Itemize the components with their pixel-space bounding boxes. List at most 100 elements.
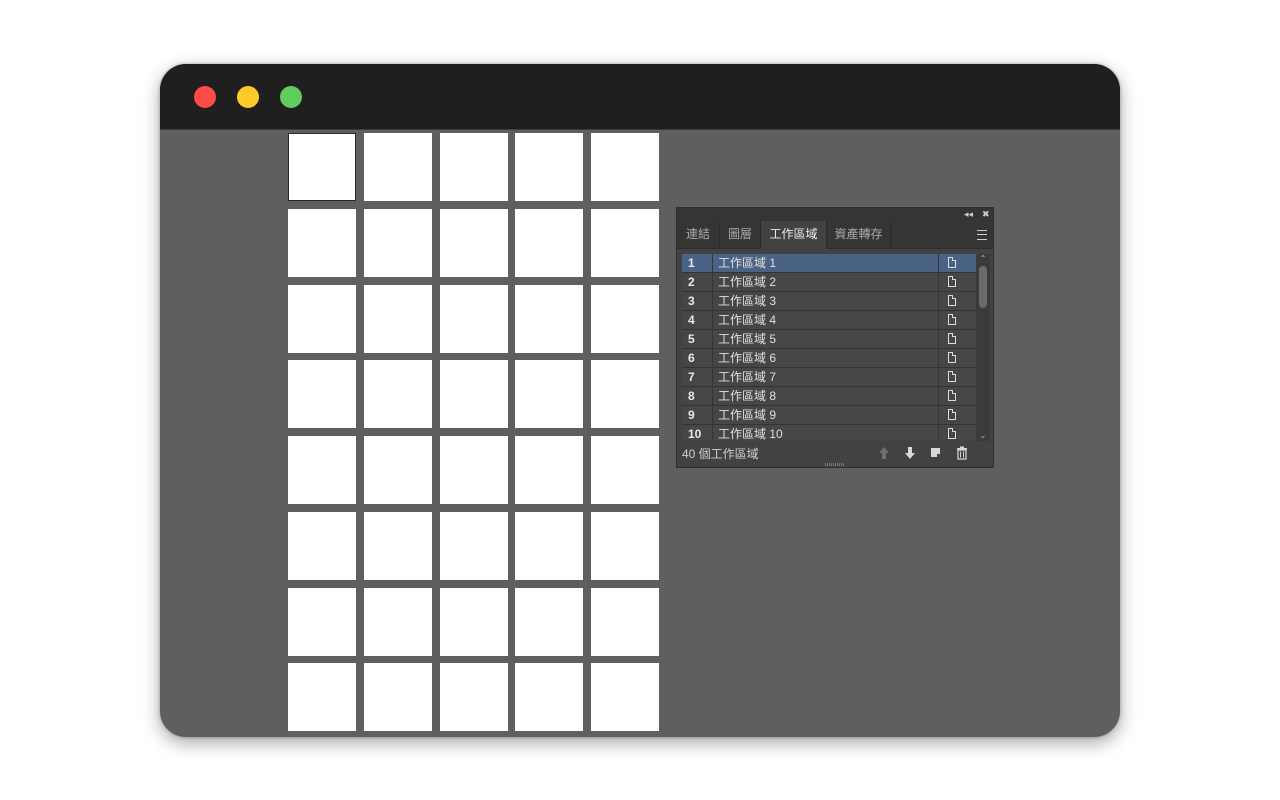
scroll-up-icon[interactable]: ⌃ (976, 254, 990, 264)
artboard[interactable] (288, 436, 356, 504)
artboard[interactable] (288, 663, 356, 732)
move-up-icon[interactable] (877, 446, 891, 460)
artboard[interactable] (288, 360, 356, 429)
artboard-number: 3 (682, 292, 713, 310)
artboard-list-row[interactable]: 4 工作區域 4 (682, 311, 976, 330)
artboard[interactable] (591, 208, 659, 277)
artboard[interactable] (288, 511, 356, 580)
artboard[interactable] (515, 663, 584, 732)
artboard-list: 1 工作區域 1 2 工作區域 2 3 工作區域 3 4 工作區域 4 5 工作區域 5 6 工作區域… (682, 254, 976, 441)
artboard[interactable] (363, 133, 432, 201)
artboard-name[interactable]: 工作區域 8 (718, 387, 776, 405)
artboard[interactable] (363, 284, 432, 353)
artboard-list-row[interactable]: 9 工作區域 9 (682, 406, 976, 425)
artboard[interactable] (515, 133, 584, 201)
artboard-name[interactable]: 工作區域 10 (718, 425, 783, 441)
trash-icon[interactable] (955, 446, 969, 460)
tab-asset-export[interactable]: 資產轉存 (827, 221, 891, 248)
artboard-list-row[interactable]: 10 工作區域 10 (682, 425, 976, 441)
artboard-grid (288, 133, 659, 732)
document-icon (948, 428, 956, 439)
artboard-options-icon[interactable] (938, 292, 976, 310)
artboard[interactable] (363, 436, 432, 504)
artboard[interactable] (439, 663, 508, 732)
scroll-down-icon[interactable]: ⌄ (976, 431, 990, 441)
move-down-icon[interactable] (903, 446, 917, 460)
artboard-name[interactable]: 工作區域 9 (718, 406, 776, 424)
artboard-list-row[interactable]: 6 工作區域 6 (682, 349, 976, 368)
artboard[interactable] (591, 133, 659, 201)
artboard[interactable] (515, 511, 584, 580)
new-artboard-icon[interactable] (929, 446, 943, 460)
artboard-number: 9 (682, 406, 713, 424)
artboard-name[interactable]: 工作區域 4 (718, 311, 776, 329)
artboard[interactable] (288, 284, 356, 353)
artboard[interactable] (439, 587, 508, 656)
artboard-list-row[interactable]: 5 工作區域 5 (682, 330, 976, 349)
panel-resize-grip[interactable] (825, 463, 845, 466)
artboard[interactable] (439, 284, 508, 353)
artboard-options-icon[interactable] (938, 349, 976, 367)
scroll-thumb[interactable] (979, 266, 987, 308)
artboard[interactable] (363, 511, 432, 580)
artboard-options-icon[interactable] (938, 273, 976, 291)
artboard-list-row[interactable]: 7 工作區域 7 (682, 368, 976, 387)
artboard[interactable] (439, 511, 508, 580)
artboard[interactable] (591, 511, 659, 580)
close-icon[interactable]: ✖ (982, 208, 990, 221)
artboard[interactable] (288, 133, 356, 201)
artboard[interactable] (363, 360, 432, 429)
artboard[interactable] (515, 284, 584, 353)
artboard-number: 7 (682, 368, 713, 386)
document-icon (948, 314, 956, 325)
artboard[interactable] (591, 436, 659, 504)
list-scrollbar[interactable]: ⌃ ⌄ (976, 254, 990, 441)
minimize-window-button[interactable] (237, 86, 259, 108)
artboards-panel: ◂◂ ✖ 連結 圖層 工作區域 資產轉存 1 工作區域 1 2 工作區域 2 3 工作區域… (676, 207, 994, 468)
artboard-options-icon[interactable] (938, 406, 976, 424)
artboard-name[interactable]: 工作區域 3 (718, 292, 776, 310)
tab-layers[interactable]: 圖層 (720, 221, 761, 248)
artboard-options-icon[interactable] (938, 425, 976, 441)
artboard[interactable] (363, 663, 432, 732)
artboard[interactable] (439, 133, 508, 201)
artboard[interactable] (591, 360, 659, 429)
artboard[interactable] (515, 360, 584, 429)
artboard-name[interactable]: 工作區域 5 (718, 330, 776, 348)
artboard-options-icon[interactable] (938, 368, 976, 386)
artboard[interactable] (591, 587, 659, 656)
artboard-list-row[interactable]: 3 工作區域 3 (682, 292, 976, 311)
artboard[interactable] (439, 208, 508, 277)
artboard-name[interactable]: 工作區域 7 (718, 368, 776, 386)
tab-artboards[interactable]: 工作區域 (761, 221, 827, 249)
artboard-number: 10 (682, 425, 713, 441)
artboard[interactable] (439, 360, 508, 429)
artboard-options-icon[interactable] (938, 254, 976, 272)
artboard[interactable] (515, 587, 584, 656)
double-chevron-left-icon[interactable]: ◂◂ (964, 208, 973, 221)
artboard-name[interactable]: 工作區域 1 (718, 254, 776, 272)
artboard[interactable] (363, 587, 432, 656)
zoom-window-button[interactable] (280, 86, 302, 108)
artboard[interactable] (363, 208, 432, 277)
artboard-list-row[interactable]: 2 工作區域 2 (682, 273, 976, 292)
close-window-button[interactable] (194, 86, 216, 108)
artboard[interactable] (515, 436, 584, 504)
artboard[interactable] (288, 587, 356, 656)
artboard[interactable] (591, 284, 659, 353)
artboard[interactable] (591, 663, 659, 732)
artboard[interactable] (439, 436, 508, 504)
artboard-options-icon[interactable] (938, 387, 976, 405)
artboard-list-row[interactable]: 1 工作區域 1 (682, 254, 976, 273)
artboard-list-row[interactable]: 8 工作區域 8 (682, 387, 976, 406)
tab-links[interactable]: 連結 (677, 221, 720, 248)
artboard-name[interactable]: 工作區域 6 (718, 349, 776, 367)
panel-menu-icon[interactable] (977, 230, 987, 240)
artboard[interactable] (288, 208, 356, 277)
artboard-name[interactable]: 工作區域 2 (718, 273, 776, 291)
canvas-area[interactable]: ◂◂ ✖ 連結 圖層 工作區域 資產轉存 1 工作區域 1 2 工作區域 2 3 工作區域… (160, 130, 1120, 737)
artboard-options-icon[interactable] (938, 330, 976, 348)
document-icon (948, 257, 956, 268)
artboard-options-icon[interactable] (938, 311, 976, 329)
artboard[interactable] (515, 208, 584, 277)
